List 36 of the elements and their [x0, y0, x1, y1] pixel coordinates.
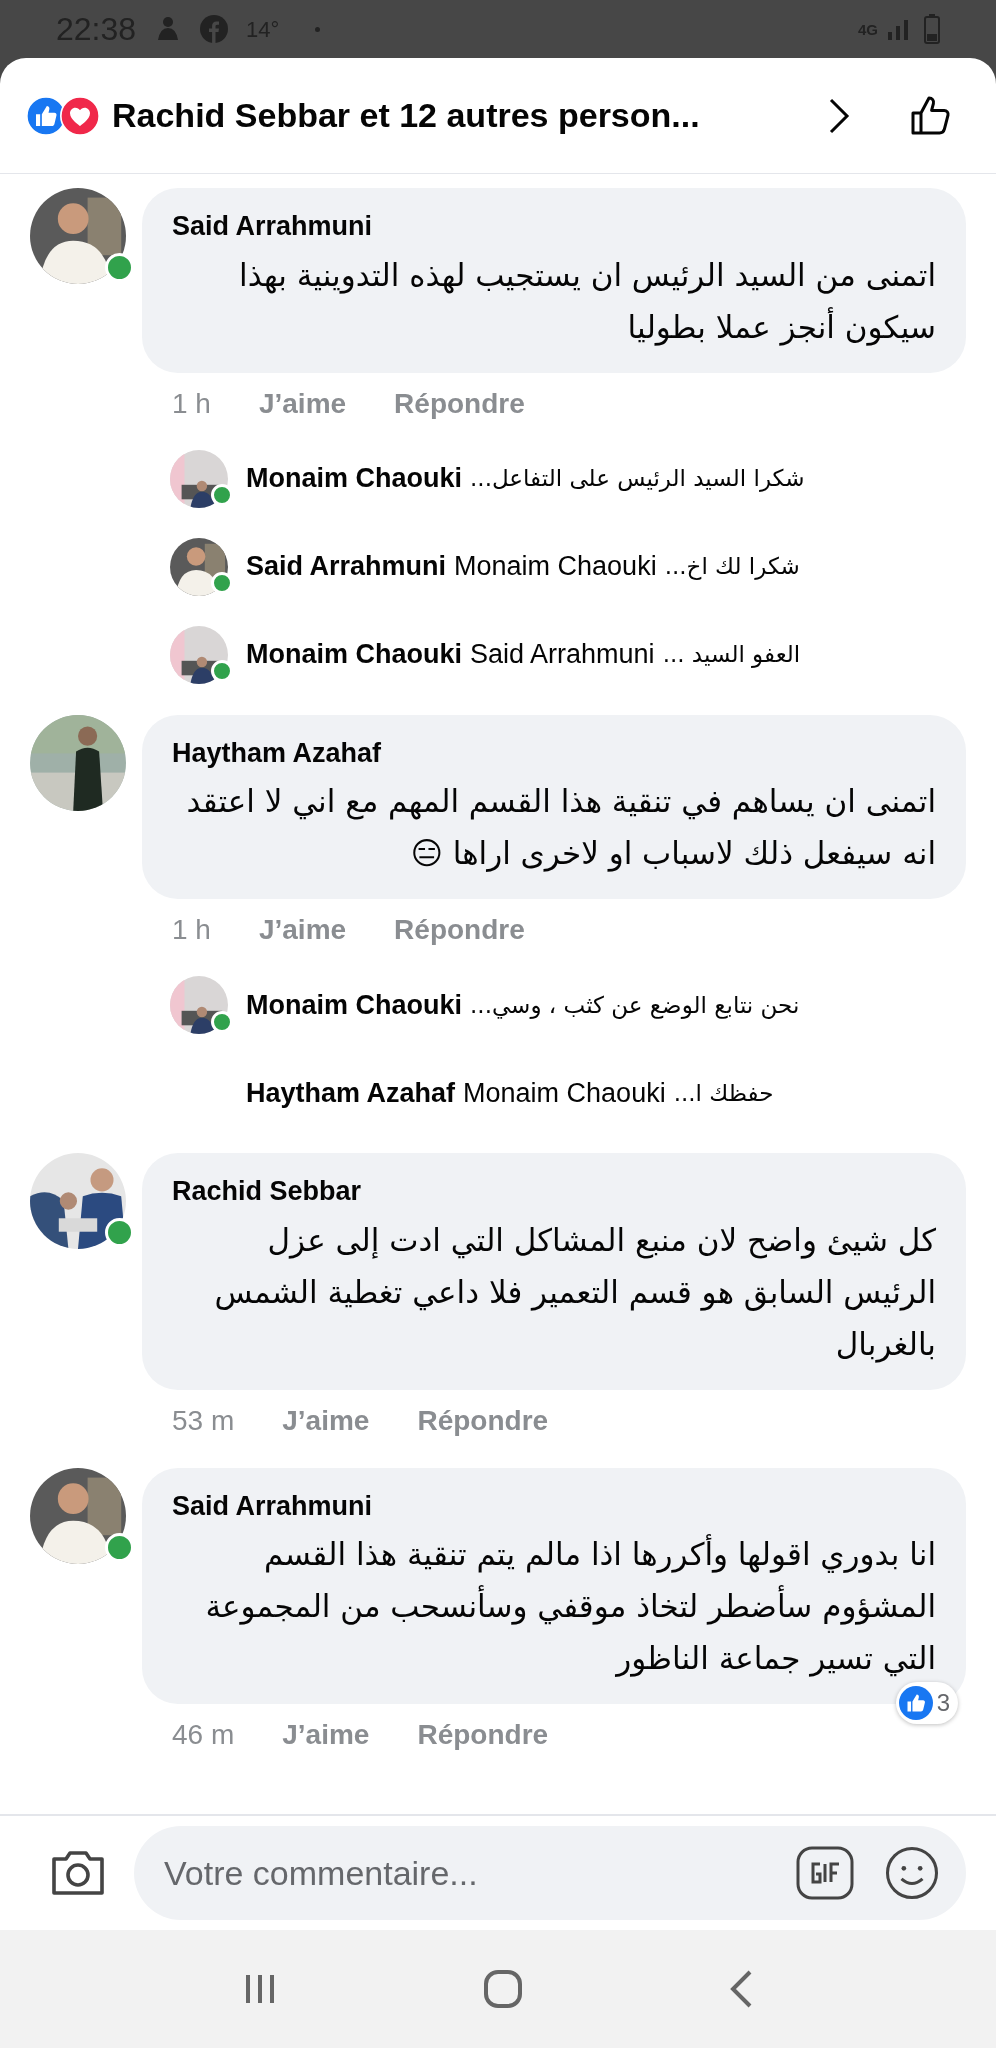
love-reaction-icon	[60, 95, 100, 136]
comment-field[interactable]: Votre commentaire...	[134, 1826, 966, 1920]
reply-author[interactable]: Haytham Azahaf	[246, 1072, 456, 1114]
emoji-icon[interactable]	[884, 1845, 940, 1901]
comment-text: انا بدوري اقولها وأكررها اذا مالم يتم تنقية هذا القسم المشؤوم سأضطر لتخاذ موقفي وسأنسحب من المجموعة التي تسير جماعة الناظور	[204, 1533, 936, 1679]
facebook-icon	[200, 15, 229, 43]
comment-author[interactable]: Said Arrahmuni	[172, 206, 936, 247]
reply-preview[interactable]: شكرا السيد الرئيس على التفاعل...	[470, 461, 805, 496]
gif-icon[interactable]	[796, 1846, 854, 1900]
reply-preview[interactable]: حفظك ا...	[673, 1075, 774, 1111]
reply-author[interactable]: Said Arrahmuni	[246, 546, 447, 587]
comment-text: اتمنى ان يساهم في تنقية هذا القسم المهم مع اني لا اعتقد انه سيفعل ذلك لاسباب او لاخرى اراها 😑	[185, 782, 936, 874]
comment-text: كل شيئ واضح لان منبع المشاكل التي ادت إلى عزل الرئيس السابق هو قسم التعمير فلا داعي تغطية الشمس بالغربال	[213, 1220, 936, 1365]
reactions-title[interactable]: Rachid Sebbar et 12 autres person...	[112, 90, 700, 141]
comment-input[interactable]: Votre commentaire...	[164, 1847, 796, 1899]
reply-mention[interactable]: Said Arrahmuni	[470, 634, 655, 675]
reply-mention[interactable]: Monaim Chaouki	[463, 1072, 666, 1114]
comment-time: 53 m	[172, 1403, 235, 1438]
comment-author[interactable]: Haytham Azahaf	[172, 732, 936, 773]
reply-mention[interactable]: Monaim Chaouki	[454, 546, 657, 587]
like-reaction-icon	[898, 1686, 933, 1720]
reply-author[interactable]: Monaim Chaouki	[246, 634, 462, 675]
home-icon[interactable]	[483, 1969, 523, 2009]
reply-preview[interactable]: شكرا لك اخ...	[664, 549, 800, 584]
reply-author[interactable]: Monaim Chaouki	[246, 984, 462, 1026]
comment-time: 1 h	[172, 386, 211, 421]
comment-time: 1 h	[172, 913, 211, 947]
comment-author[interactable]: Rachid Sebbar	[172, 1171, 936, 1212]
reaction-count-badge[interactable]: 3	[895, 1682, 958, 1724]
reply-preview[interactable]: نحن نتابع الوضع عن كثب ، وسي...	[470, 987, 800, 1023]
battery-icon	[924, 14, 940, 44]
comment-author[interactable]: Said Arrahmuni	[172, 1485, 936, 1526]
comment-time: 46 m	[172, 1718, 235, 1752]
reply-author[interactable]: Monaim Chaouki	[246, 458, 462, 499]
reply-preview[interactable]: العفو السيد ...	[662, 637, 801, 672]
comment-text: اتمنى من السيد الرئيس ان يستجيب لهذه التدوينية بهذا سيكون أنجز عملا بطوليا	[238, 255, 936, 348]
